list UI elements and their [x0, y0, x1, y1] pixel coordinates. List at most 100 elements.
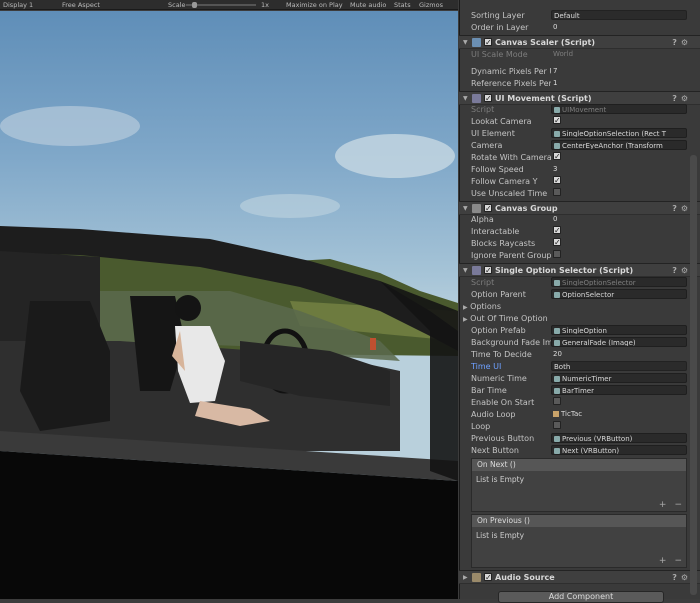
help-icon[interactable]: ? [672, 94, 677, 103]
help-icon[interactable]: ? [672, 38, 677, 47]
add-component-button[interactable]: Add Component [498, 591, 664, 603]
out-of-time-row[interactable]: ▶ Out Of Time Option [463, 312, 685, 324]
ui-element-field[interactable]: SingleOptionSelection (Rect T [551, 128, 687, 138]
reference-pixels-row: Reference Pixels Per 1 [471, 77, 693, 89]
settings-gear-icon[interactable]: ⚙ [681, 573, 688, 582]
interactable-checkbox[interactable]: ✓ [553, 226, 561, 235]
background-fade-field[interactable]: GeneralFade (Image) [551, 337, 687, 347]
settings-gear-icon[interactable]: ⚙ [681, 266, 688, 275]
enable-on-start-checkbox[interactable] [553, 397, 561, 405]
help-icon[interactable]: ? [672, 573, 677, 582]
settings-gear-icon[interactable]: ⚙ [681, 94, 688, 103]
audio-loop-label: Audio Loop [471, 409, 516, 419]
ignore-parent-group-checkbox[interactable] [553, 250, 561, 258]
sorting-layer-label: Sorting Layer [471, 10, 525, 20]
on-previous-event-list: On Previous () List is Empty + − [471, 514, 687, 568]
canvas-group-enabled-checkbox[interactable]: ✓ [484, 204, 492, 213]
foldout-arrow-icon[interactable]: ▼ [463, 39, 469, 46]
options-row[interactable]: ▶ Options [463, 300, 685, 312]
follow-speed-field[interactable]: 3 [551, 164, 687, 174]
single-option-selector-title: Single Option Selector (Script) [495, 265, 634, 275]
time-to-decide-field[interactable]: 20 [551, 349, 687, 359]
foldout-arrow-icon[interactable]: ▼ [463, 205, 469, 212]
canvas-scaler-icon [472, 37, 481, 47]
scale-label: Scale [168, 1, 186, 9]
sos-script-row: Script SingleOptionSelector [471, 276, 693, 288]
reference-pixels-field[interactable]: 1 [551, 78, 687, 88]
foldout-arrow-icon[interactable]: ▼ [463, 95, 469, 102]
numeric-time-field[interactable]: NumericTimer [551, 373, 687, 383]
ui-movement-title: UI Movement (Script) [495, 93, 592, 103]
previous-button-label: Previous Button [471, 433, 535, 443]
follow-camera-y-checkbox[interactable]: ✓ [553, 176, 561, 185]
canvas-scaler-header[interactable]: ▼ ✓ Canvas Scaler (Script) ? ⚙ [459, 35, 700, 49]
game-view[interactable] [0, 11, 458, 599]
background-fade-label: Background Fade Im [471, 337, 551, 347]
use-unscaled-time-checkbox[interactable] [553, 188, 561, 196]
single-option-selector-enabled-checkbox[interactable]: ✓ [484, 266, 492, 275]
script-file-icon [554, 280, 560, 286]
on-next-empty-text: List is Empty [476, 475, 525, 484]
help-icon[interactable]: ? [672, 266, 677, 275]
settings-gear-icon[interactable]: ⚙ [681, 38, 688, 47]
out-of-time-foldout[interactable]: ▶ Out Of Time Option [463, 314, 563, 323]
time-ui-label: Time UI [471, 361, 502, 371]
blocks-raycasts-checkbox[interactable]: ✓ [553, 238, 561, 247]
sos-script-value: SingleOptionSelector [562, 279, 636, 287]
audio-loop-field[interactable]: TicTac [551, 409, 687, 419]
inspector-scrollbar[interactable] [690, 155, 697, 595]
ui-movement-enabled-checkbox[interactable]: ✓ [484, 94, 492, 103]
on-next-title: On Next () [472, 459, 686, 471]
canvas-scaler-enabled-checkbox[interactable]: ✓ [484, 38, 492, 47]
rotate-with-camera-checkbox[interactable]: ✓ [553, 152, 561, 161]
camera-row: Camera CenterEyeAnchor (Transform [471, 139, 693, 151]
remove-listener-icon[interactable]: − [674, 500, 682, 510]
audio-source-header[interactable]: ▶ ✓ Audio Source ? ⚙ [459, 570, 700, 584]
gizmos-dropdown[interactable]: Gizmos [419, 1, 443, 9]
ui-scale-mode-value: World [553, 50, 574, 58]
add-listener-icon[interactable]: + [659, 500, 667, 510]
canvas-group-icon [472, 203, 481, 213]
aspect-dropdown[interactable]: Free Aspect [62, 1, 100, 9]
previous-button-field[interactable]: Previous (VRButton) [551, 433, 687, 443]
bar-time-field[interactable]: BarTimer [551, 385, 687, 395]
help-icon[interactable]: ? [672, 204, 677, 213]
alpha-label: Alpha [471, 214, 494, 224]
dynamic-pixels-field[interactable]: 7 [551, 66, 687, 76]
game-view-toolbar: Display 1 Free Aspect Scale 1x Maximize … [0, 0, 458, 10]
sorting-layer-dropdown[interactable]: Default [551, 10, 687, 20]
foldout-arrow-icon[interactable]: ▶ [463, 574, 469, 581]
lookat-camera-checkbox[interactable]: ✓ [553, 116, 561, 125]
camera-field[interactable]: CenterEyeAnchor (Transform [551, 140, 687, 150]
next-button-label: Next Button [471, 445, 519, 455]
audio-source-enabled-checkbox[interactable]: ✓ [484, 573, 492, 582]
script-value: UIMovement [562, 106, 607, 114]
loop-checkbox[interactable] [553, 421, 561, 429]
next-button-row: Next Button Next (VRButton) [471, 444, 693, 456]
add-listener-icon[interactable]: + [659, 556, 667, 566]
use-unscaled-time-row: Use Unscaled Time [471, 187, 693, 199]
follow-speed-label: Follow Speed [471, 164, 524, 174]
options-foldout[interactable]: ▶ Options [463, 302, 543, 311]
option-prefab-field[interactable]: SingleOption [551, 325, 687, 335]
mute-audio-toggle[interactable]: Mute audio [350, 1, 386, 9]
remove-listener-icon[interactable]: − [674, 556, 682, 566]
foldout-arrow-icon[interactable]: ▼ [463, 267, 469, 274]
foldout-arrow-icon[interactable]: ▶ [463, 304, 468, 311]
stats-toggle[interactable]: Stats [394, 1, 411, 9]
bar-time-value: BarTimer [562, 387, 594, 395]
settings-gear-icon[interactable]: ⚙ [681, 204, 688, 213]
next-button-field[interactable]: Next (VRButton) [551, 445, 687, 455]
rotate-with-camera-row: Rotate With Camera ✓ [471, 151, 693, 163]
audio-clip-icon [553, 411, 559, 417]
option-parent-field[interactable]: OptionSelector [551, 289, 687, 299]
scale-slider-handle[interactable] [192, 2, 197, 8]
alpha-field[interactable]: 0 [551, 214, 687, 224]
time-ui-dropdown[interactable]: Both [551, 361, 687, 371]
order-in-layer-field[interactable]: 0 [551, 22, 687, 32]
single-option-selector-header[interactable]: ▼ ✓ Single Option Selector (Script) ? ⚙ [459, 263, 700, 277]
option-parent-row: Option Parent OptionSelector [471, 288, 693, 300]
display-dropdown[interactable]: Display 1 [3, 1, 33, 9]
foldout-arrow-icon[interactable]: ▶ [463, 316, 468, 323]
maximize-on-play-toggle[interactable]: Maximize on Play [286, 1, 343, 9]
